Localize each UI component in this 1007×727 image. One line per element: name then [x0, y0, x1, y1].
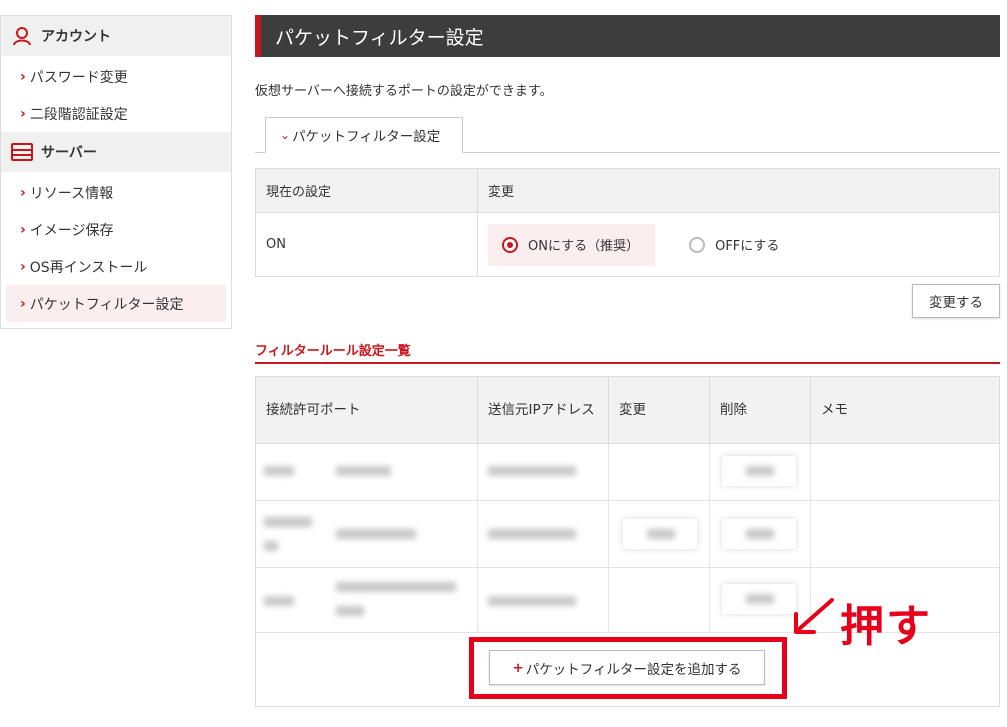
sidebar-heading-account: アカウント [1, 16, 231, 56]
sidebar-item-label: 二段階認証設定 [29, 106, 128, 123]
sidebar-item-password[interactable]: › パスワード変更 [6, 58, 226, 95]
rule-port-cell [256, 444, 478, 500]
rule-ip-cell [478, 444, 609, 500]
sidebar: アカウント › パスワード変更 › 二段階認証設定 サーバー › リソース情報 … [0, 15, 232, 329]
settings-table: 現在の設定 変更 ON ONにする（推奨） OFFにする [255, 168, 1000, 277]
sidebar-item-packet-filter[interactable]: › パケットフィルター設定 [6, 285, 226, 322]
redacted-text [264, 596, 294, 606]
highlight-frame [469, 637, 787, 699]
rules-section-title: フィルタールール設定一覧 [255, 344, 411, 359]
redacted-text [336, 582, 456, 592]
radio-off-icon[interactable] [689, 236, 706, 253]
sidebar-item-label: リソース情報 [29, 185, 114, 202]
redacted-text [264, 466, 294, 476]
redacted-text [488, 466, 576, 476]
page-description: 仮想サーバーへ接続するポートの設定ができます。 [255, 84, 553, 99]
table-row [256, 501, 999, 568]
rule-change-cell [609, 501, 710, 567]
change-button[interactable]: 変更する [912, 284, 1000, 318]
redacted-text [746, 466, 774, 476]
redacted-text [746, 594, 774, 604]
settings-header-current: 現在の設定 [256, 169, 478, 212]
redacted-text [488, 596, 576, 606]
rule-ip-cell [478, 568, 609, 632]
sidebar-item-two-factor[interactable]: › 二段階認証設定 [6, 95, 226, 132]
rules-header-change: 変更 [609, 377, 710, 443]
annotation-text: 押す [840, 601, 932, 652]
sidebar-item-label: パスワード変更 [29, 69, 128, 86]
sidebar-heading-server: サーバー [1, 132, 231, 172]
sidebar-item-label: イメージ保存 [29, 222, 114, 239]
rule-change-cell [609, 568, 710, 632]
sidebar-heading-server-label: サーバー [41, 145, 97, 161]
page-title: パケットフィルター設定 [255, 15, 1000, 57]
arrow-down-left-icon [794, 598, 834, 634]
chevron-down-icon: ⌄ [280, 128, 291, 142]
chevron-right-icon: › [20, 258, 26, 275]
radio-off-option[interactable]: OFFにする [689, 235, 779, 254]
rules-header-source-ip: 送信元IPアドレス [478, 377, 609, 443]
chevron-right-icon: › [20, 221, 26, 238]
sidebar-item-image-save[interactable]: › イメージ保存 [6, 211, 226, 248]
rule-change-cell [609, 444, 710, 500]
rule-memo-cell [811, 444, 999, 500]
redacted-text [647, 529, 675, 539]
radio-off-label: OFFにする [715, 239, 780, 254]
settings-options: ONにする（推奨） OFFにする [478, 213, 999, 276]
rule-delete-cell [710, 501, 811, 567]
rules-header-memo: メモ [821, 402, 848, 418]
rule-port-cell [256, 501, 478, 567]
rule-ip-cell [478, 501, 609, 567]
table-row [256, 444, 999, 501]
sidebar-item-label: パケットフィルター設定 [29, 296, 184, 313]
redacted-text [336, 529, 416, 539]
chevron-right-icon: › [20, 68, 26, 85]
sidebar-heading-account-label: アカウント [41, 29, 111, 45]
rule-memo-cell [811, 501, 999, 567]
rule-delete-cell [710, 444, 811, 500]
server-icon [11, 141, 33, 163]
redacted-text [336, 466, 391, 476]
radio-on-label: ONにする（推奨） [528, 239, 640, 254]
redacted-text [264, 541, 278, 551]
sidebar-item-os-reinstall[interactable]: › OS再インストール [6, 248, 226, 285]
chevron-right-icon: › [20, 184, 26, 201]
redacted-text [264, 517, 312, 527]
redacted-text [336, 606, 364, 616]
rules-header-port: 接続許可ポート [256, 377, 478, 443]
tab-label: パケットフィルター設定 [292, 129, 441, 145]
current-setting-value: ON [256, 213, 478, 276]
sidebar-item-label: OS再インストール [29, 259, 148, 276]
chevron-right-icon: › [20, 295, 26, 312]
redacted-text [746, 529, 774, 539]
section-divider [255, 362, 1000, 364]
user-icon [11, 25, 33, 47]
tab-packet-filter[interactable]: ⌄ パケットフィルター設定 [265, 117, 463, 153]
rules-header-row: 接続許可ポート 送信元IPアドレス 変更 削除 メモ [256, 377, 999, 444]
sidebar-item-resource[interactable]: › リソース情報 [6, 174, 226, 211]
radio-on-icon[interactable] [502, 236, 518, 253]
rules-header-delete: 削除 [710, 377, 811, 443]
rules-header-source-ip-label: 送信元IPアドレス [488, 402, 595, 418]
redacted-text [488, 529, 576, 539]
rule-port-cell [256, 568, 478, 632]
settings-body-row: ON ONにする（推奨） OFFにする [256, 213, 999, 276]
settings-header-change: 変更 [488, 185, 515, 200]
radio-on-option[interactable]: ONにする（推奨） [488, 223, 656, 266]
settings-header-row: 現在の設定 変更 [256, 169, 999, 213]
chevron-right-icon: › [20, 105, 26, 122]
